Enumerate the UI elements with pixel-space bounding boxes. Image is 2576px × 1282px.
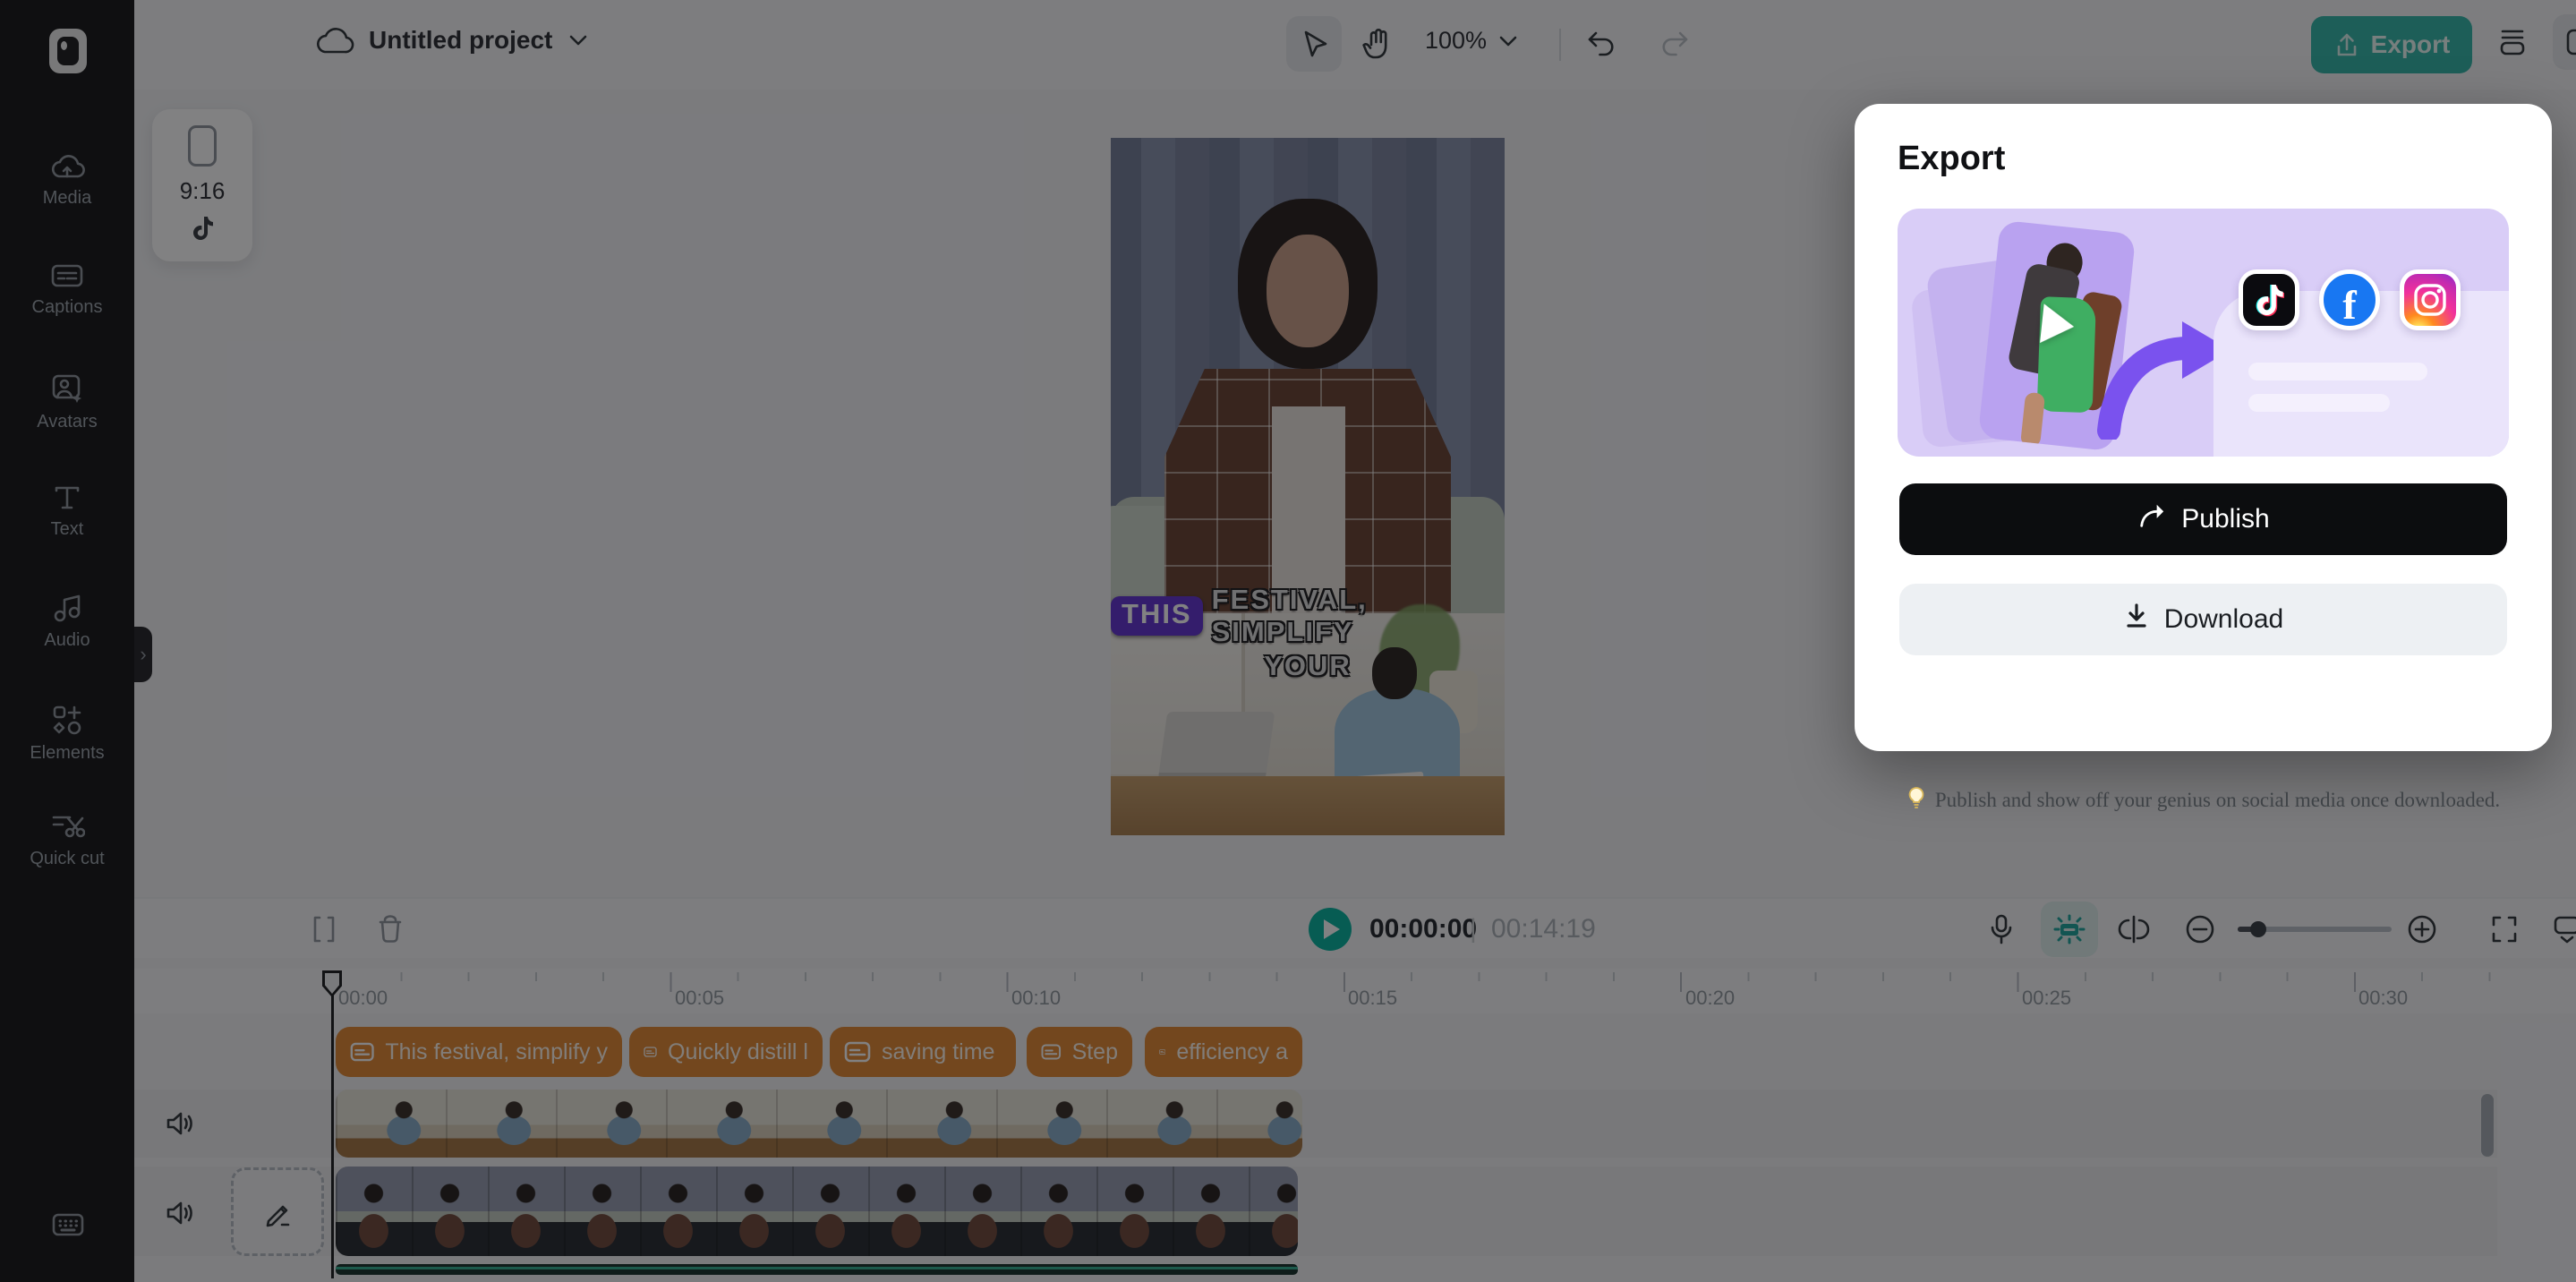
instagram-icon xyxy=(2400,269,2461,330)
export-modal-title: Export xyxy=(1898,140,2006,177)
figure-legs-shape xyxy=(2019,391,2046,448)
export-tip-text: Publish and show off your genius on soci… xyxy=(1934,789,2501,811)
download-button-label: Download xyxy=(2163,604,2284,634)
export-tip: Publish and show off your genius on soci… xyxy=(1855,786,2552,815)
publish-button-label: Publish xyxy=(2181,504,2270,534)
export-banner-illustration: f xyxy=(1898,209,2509,457)
play-triangle-icon xyxy=(2040,303,2077,346)
placeholder-bar xyxy=(2248,394,2390,412)
download-icon xyxy=(2123,602,2150,637)
publish-button[interactable]: Publish xyxy=(1899,483,2507,555)
publish-share-icon xyxy=(2137,501,2167,537)
download-button[interactable]: Download xyxy=(1899,584,2507,655)
bulb-icon xyxy=(1906,786,1926,815)
export-modal: Export f Publish Download Publish and sh… xyxy=(1855,104,2552,811)
facebook-icon: f xyxy=(2319,269,2380,330)
social-platforms-row: f xyxy=(2239,269,2461,330)
placeholder-bar xyxy=(2248,363,2427,380)
tiktok-icon xyxy=(2239,269,2299,330)
app-window: Media Captions Avatars Text Audio xyxy=(0,0,2576,1282)
